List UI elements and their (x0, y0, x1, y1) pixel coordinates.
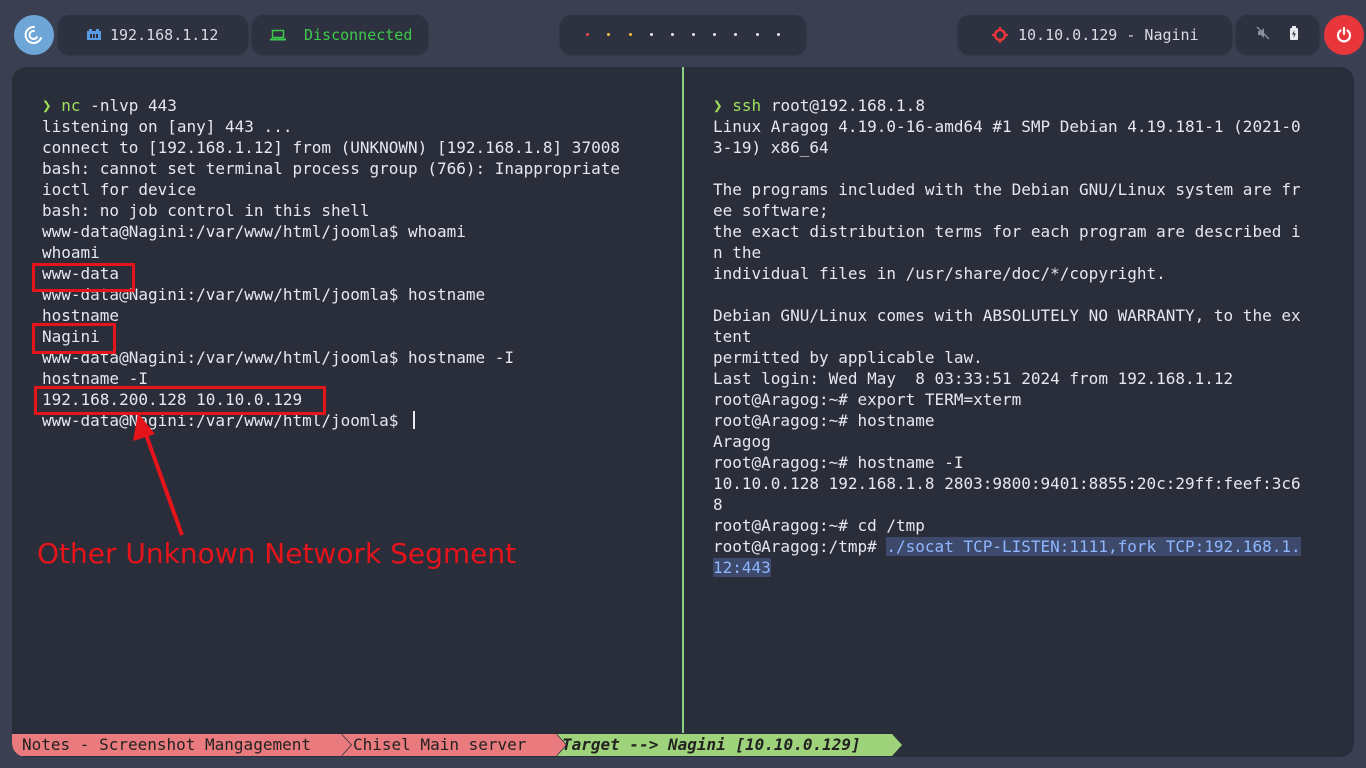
terminal-line: connect to [192.168.1.12] from (UNKNOWN)… (42, 138, 620, 157)
terminal-line: Aragog (713, 432, 771, 451)
tmux-status-bar: Notes - Screenshot Mangagement Chisel Ma… (12, 734, 1354, 756)
status-tab-target[interactable]: Target --> Nagini [10.10.0.129] (562, 734, 861, 756)
prompt-arrow: ❯ (713, 96, 723, 115)
laptop-icon (270, 29, 286, 41)
workspace-dot-6[interactable] (692, 33, 696, 36)
text-cursor (413, 411, 416, 429)
workspace-switcher[interactable] (560, 15, 806, 54)
terminal-line: 12:443 (713, 557, 1338, 578)
pane-divider[interactable] (682, 67, 684, 733)
command-name: nc (61, 96, 81, 115)
workspace-dot-10[interactable] (776, 33, 780, 36)
terminal-line: individual files in /usr/share/doc/*/cop… (713, 264, 1166, 283)
status-tab-notes[interactable]: Notes - Screenshot Mangagement (22, 734, 311, 756)
workspace-dot-9[interactable] (755, 33, 759, 36)
terminal-line: ❯ nc -nlvp 443 (42, 95, 667, 116)
annotation-arrow (133, 413, 184, 536)
command-name: ssh (732, 96, 762, 115)
terminal-line: 3-19) x86_64 (713, 138, 829, 157)
system-tray (1236, 15, 1319, 54)
target-icon (992, 26, 1008, 43)
annotation-label: Other Unknown Network Segment (37, 537, 517, 570)
terminal-line: Debian GNU/Linux comes with ABSOLUTELY N… (713, 306, 1301, 325)
terminal-line: root@Aragog:~# cd /tmp (713, 516, 925, 535)
terminal-line: hostname (42, 306, 120, 325)
socat-command: ./socat TCP-LISTEN:1111,fork TCP:192.168… (886, 537, 1301, 556)
terminal-line: root@Aragog:~# hostname -I (713, 453, 964, 472)
battery-icon[interactable] (1289, 25, 1299, 44)
network-icon (86, 28, 102, 42)
terminal-window[interactable]: ❯ nc -nlvp 443 listening on [any] 443 ...… (12, 67, 1354, 757)
terminal-line: Last login: Wed May 8 03:33:51 2024 from… (713, 369, 1234, 388)
ip-widget: 192.168.1.12 (58, 15, 248, 54)
power-icon (1336, 26, 1352, 43)
terminal-line: permitted by applicable law. (713, 348, 983, 367)
terminal-line: www-data@Nagini:/var/www/html/joomla$ ho… (42, 285, 486, 304)
terminal-line: bash: cannot set terminal process group … (42, 159, 620, 178)
terminal-line: www-data@Nagini:/var/www/html/joomla$ wh… (42, 222, 466, 241)
terminal-line: whoami (42, 243, 100, 262)
terminal-line: 10.10.0.128 192.168.1.8 2803:9800:9401:8… (713, 474, 1301, 493)
terminal-line: 8 (713, 495, 723, 514)
terminal-line: tent (713, 327, 752, 346)
ip-address: 192.168.1.12 (110, 25, 219, 44)
socat-command-wrap: 12:443 (713, 558, 771, 577)
volume-muted-icon[interactable] (1256, 26, 1270, 44)
workspace-dot-3[interactable] (628, 33, 632, 36)
terminal-line: root@Aragog:~# export TERM=xterm (713, 390, 1022, 409)
terminal-line: www-data (42, 264, 120, 283)
terminal-pane-right[interactable]: ❯ ssh root@192.168.1.8 Linux Aragog 4.19.… (713, 95, 1338, 578)
target-widget: 10.10.0.129 - Nagini (958, 15, 1232, 54)
terminal-line: www-data@Nagini:/var/www/html/joomla$ ho… (42, 348, 515, 367)
terminal-line: ioctl for device (42, 180, 197, 199)
highlight-box-hostname (32, 323, 116, 354)
prompt-arrow: ❯ (42, 96, 52, 115)
terminal-line: listening on [any] 443 ... (42, 117, 293, 136)
terminal-line: bash: no job control in this shell (42, 201, 370, 220)
terminal-line: The programs included with the Debian GN… (713, 180, 1301, 199)
target-label: 10.10.0.129 - Nagini (1018, 25, 1199, 44)
terminal-line: the exact distribution terms for each pr… (713, 222, 1301, 241)
workspace-dot-5[interactable] (670, 33, 674, 36)
workspace-dot-2[interactable] (607, 33, 611, 36)
shell-prompt: root@Aragog:/tmp# (713, 537, 887, 556)
vpn-widget: Disconnected (252, 15, 428, 54)
power-button[interactable] (1324, 15, 1364, 55)
terminal-line: ❯ ssh root@192.168.1.8 (713, 95, 1338, 116)
terminal-line: n the (713, 243, 762, 262)
terminal-line: Linux Aragog 4.19.0-16-amd64 #1 SMP Debi… (713, 117, 1301, 136)
highlight-box-whoami (32, 263, 135, 292)
status-tab-chisel[interactable]: Chisel Main server (353, 734, 526, 756)
command-args: -nlvp 443 (80, 96, 177, 115)
terminal-line: Nagini (42, 327, 100, 346)
terminal-pane-left[interactable]: ❯ nc -nlvp 443 listening on [any] 443 ...… (42, 95, 667, 431)
terminal-line: root@Aragog:~# hostname (713, 411, 935, 430)
debian-logo-icon[interactable] (14, 15, 54, 55)
workspace-dot-1[interactable] (586, 33, 590, 36)
command-args: root@192.168.1.8 (761, 96, 925, 115)
vpn-status: Disconnected (304, 25, 413, 44)
terminal-line: ee software; (713, 201, 829, 220)
workspace-dot-7[interactable] (713, 33, 717, 36)
terminal-line: root@Aragog:/tmp# ./socat TCP-LISTEN:111… (713, 536, 1338, 557)
workspace-dot-8[interactable] (734, 33, 738, 36)
workspace-dot-4[interactable] (649, 33, 653, 36)
